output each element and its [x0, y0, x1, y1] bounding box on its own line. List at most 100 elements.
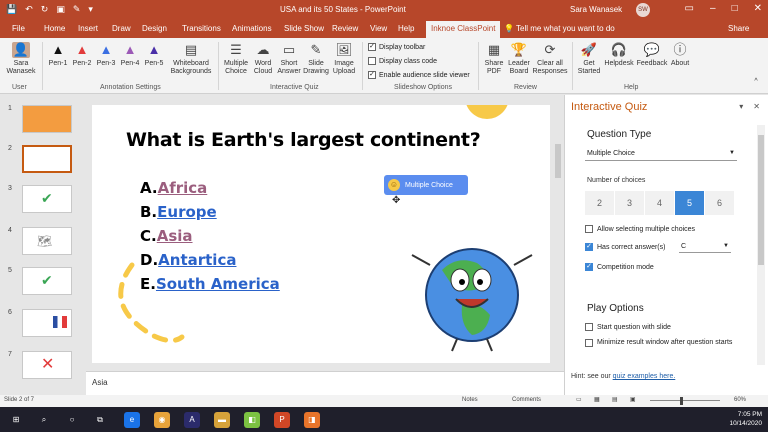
reading-view-icon[interactable]: ▤ — [612, 396, 618, 403]
choice-3[interactable]: 3 — [615, 191, 644, 215]
undo-icon[interactable]: ↶ — [25, 4, 33, 15]
get-started-button[interactable]: 🚀 Get Started — [576, 42, 602, 76]
user-name[interactable]: Sara Wanasek — [570, 5, 622, 14]
slide-drawing-button[interactable]: ✎ Slide Drawing — [302, 42, 330, 76]
pen-5-button[interactable]: ▲ Pen-5 — [142, 42, 166, 68]
chrome-icon[interactable]: ◉ — [154, 412, 170, 428]
tab-help[interactable]: Help — [398, 24, 414, 33]
close-icon[interactable]: ✕ — [754, 3, 762, 14]
enable-viewer-checkbox[interactable]: ✓ Enable audience slide viewer — [368, 71, 470, 79]
pen-icon[interactable]: ✎ — [73, 4, 81, 15]
thumbnail-slide-3[interactable]: ✔ — [22, 185, 72, 213]
thumbnail-slide-1[interactable] — [22, 105, 72, 133]
choice-5[interactable]: 5 — [675, 191, 704, 215]
cortana-icon[interactable]: ○ — [64, 412, 80, 428]
pen-3-button[interactable]: ▲ Pen-3 — [94, 42, 118, 68]
tab-transitions[interactable]: Transitions — [182, 24, 221, 33]
normal-view-icon[interactable]: ▭ — [576, 396, 582, 403]
camtasia-recorder-icon[interactable]: ◨ — [304, 412, 320, 428]
slideshow-view-icon[interactable]: ▣ — [630, 396, 636, 403]
share-pdf-button[interactable]: ▦ Share PDF — [482, 42, 506, 76]
tab-view[interactable]: View — [370, 24, 387, 33]
present-icon[interactable]: ▣ — [56, 4, 65, 15]
clock-time[interactable]: 7:05 PM — [729, 410, 762, 419]
tab-draw[interactable]: Draw — [112, 24, 131, 33]
correct-answer-select[interactable]: C ▼ — [679, 241, 731, 253]
option-text[interactable]: Antartica — [158, 251, 236, 269]
thumbnail-slide-4[interactable]: 🗺 — [22, 227, 72, 255]
app-a-icon[interactable]: A — [184, 412, 200, 428]
whiteboard-backgrounds-button[interactable]: ▤ Whiteboard Backgrounds — [168, 42, 214, 76]
minimize-icon[interactable]: – — [710, 3, 716, 14]
panel-options-icon[interactable]: ▾ — [739, 102, 743, 111]
panel-scrollbar[interactable] — [757, 125, 765, 365]
about-button[interactable]: ⓘ About — [668, 42, 692, 68]
share-button[interactable]: Share — [728, 24, 749, 33]
thumbnail-slide-2[interactable] — [22, 145, 72, 173]
question-type-select[interactable]: Multiple Choice ▼ — [585, 147, 737, 161]
allow-multiple-checkbox[interactable]: Allow selecting multiple choices — [585, 225, 695, 233]
option-text[interactable]: Asia — [157, 227, 193, 245]
multiple-choice-badge[interactable]: ☺ Multiple Choice — [384, 175, 468, 195]
option-text[interactable]: Africa — [158, 179, 208, 197]
user-button[interactable]: 👤 Sara Wanasek — [4, 42, 38, 76]
collapse-ribbon-icon[interactable]: ^ — [750, 78, 762, 86]
tab-design[interactable]: Design — [142, 24, 167, 33]
edge-icon[interactable]: e — [124, 412, 140, 428]
word-cloud-button[interactable]: ☁ Word Cloud — [250, 42, 276, 76]
pen-1-button[interactable]: ▲ Pen-1 — [46, 42, 70, 68]
windows-start-icon[interactable]: ⊞ — [8, 412, 24, 428]
scroll-thumb[interactable] — [758, 135, 764, 265]
has-correct-answer-checkbox[interactable]: ✓ Has correct answer(s) — [585, 243, 665, 251]
tell-me-search[interactable]: Tell me what you want to do — [516, 24, 615, 33]
display-toolbar-checkbox[interactable]: ✓ Display toolbar — [368, 43, 425, 51]
choice-4[interactable]: 4 — [645, 191, 674, 215]
thumbnail-slide-6[interactable] — [22, 309, 72, 337]
tab-inknoe-classpoint[interactable]: Inknoe ClassPoint — [426, 21, 501, 38]
powerpoint-icon[interactable]: P — [274, 412, 290, 428]
pen-4-button[interactable]: ▲ Pen-4 — [118, 42, 142, 68]
clear-all-responses-button[interactable]: ⟳ Clear all Responses — [532, 42, 568, 76]
slide-canvas[interactable]: What is Earth's largest continent? A.Afr… — [92, 105, 550, 363]
save-icon[interactable]: 💾 — [6, 4, 17, 15]
zoom-level[interactable]: 60% — [734, 397, 746, 403]
notes-button[interactable]: Notes — [462, 397, 478, 403]
leader-board-button[interactable]: 🏆 Leader Board — [506, 42, 532, 76]
maximize-icon[interactable]: □ — [732, 3, 738, 14]
feedback-button[interactable]: 💬 Feedback — [636, 42, 668, 68]
image-upload-button[interactable]: 🖼 Image Upload — [330, 42, 358, 76]
tab-review[interactable]: Review — [332, 24, 358, 33]
tab-animations[interactable]: Animations — [232, 24, 272, 33]
avatar[interactable]: SW — [636, 3, 650, 17]
tab-slide-show[interactable]: Slide Show — [284, 24, 324, 33]
option-text[interactable]: Europe — [157, 203, 217, 221]
multiple-choice-button[interactable]: ☰ Multiple Choice — [222, 42, 250, 76]
short-answer-button[interactable]: ▭ Short Answer — [276, 42, 302, 76]
option-text[interactable]: South America — [156, 275, 280, 293]
search-icon[interactable]: ⌕ — [36, 412, 52, 428]
tab-insert[interactable]: Insert — [78, 24, 98, 33]
choice-2[interactable]: 2 — [585, 191, 614, 215]
choice-6[interactable]: 6 — [705, 191, 734, 215]
pen-2-button[interactable]: ▲ Pen-2 — [70, 42, 94, 68]
notes-pane[interactable]: Asia — [86, 371, 564, 395]
slide-sorter-icon[interactable]: ▦ — [594, 396, 600, 403]
camtasia-icon[interactable]: ◧ — [244, 412, 260, 428]
panel-close-icon[interactable]: ✕ — [753, 102, 760, 111]
start-with-slide-checkbox[interactable]: Start question with slide — [585, 323, 671, 331]
clock-date[interactable]: 10/14/2020 — [729, 419, 762, 428]
thumbnail-slide-7[interactable]: ✕ — [22, 351, 72, 379]
helpdesk-button[interactable]: 🎧 Helpdesk — [602, 42, 636, 68]
zoom-slider[interactable] — [650, 400, 720, 401]
minimize-result-checkbox[interactable]: Minimize result window after question st… — [585, 339, 735, 347]
slide-scrollbar[interactable] — [554, 104, 562, 366]
thumbnail-slide-5[interactable]: ✔ — [22, 267, 72, 295]
display-class-code-checkbox[interactable]: Display class code — [368, 57, 437, 65]
tab-file[interactable]: File — [12, 24, 25, 33]
file-explorer-icon[interactable]: ▬ — [214, 412, 230, 428]
task-view-icon[interactable]: ⧉ — [92, 412, 108, 428]
quiz-examples-link[interactable]: quiz examples here. — [613, 373, 676, 380]
comments-button[interactable]: Comments — [512, 397, 541, 403]
competition-mode-checkbox[interactable]: ✓ Competition mode — [585, 263, 654, 271]
tab-home[interactable]: Home — [44, 24, 65, 33]
